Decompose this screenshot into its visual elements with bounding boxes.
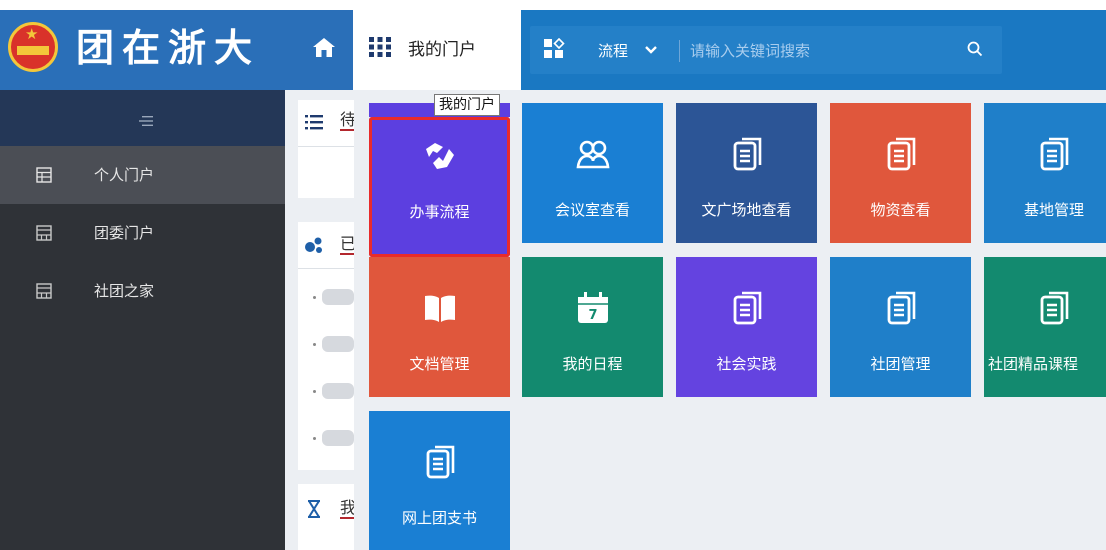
sidebar-item-personal-portal[interactable]: 个人门户 xyxy=(0,146,285,204)
sidebar-item-label: 社团之家 xyxy=(94,282,155,300)
document-icon xyxy=(884,137,918,171)
handshake-icon xyxy=(423,139,457,173)
card-title: 我 xyxy=(340,499,354,519)
search-icon[interactable] xyxy=(966,40,984,58)
list-bullet xyxy=(313,437,316,440)
document-icon xyxy=(423,445,457,479)
tile-base-management[interactable]: 基地管理 xyxy=(984,103,1106,243)
tile-workflow[interactable]: 办事流程 xyxy=(369,117,510,257)
tile-club-courses[interactable]: 社团精品课程 xyxy=(984,257,1106,397)
collapse-menu-icon[interactable] xyxy=(138,112,154,126)
layout-icon xyxy=(36,283,52,299)
hourglass-icon xyxy=(304,500,324,518)
people-icon xyxy=(576,137,610,171)
share-icon xyxy=(304,236,324,254)
blurred-item xyxy=(322,336,354,352)
tile-online-secretary[interactable]: 网上团支书 xyxy=(369,411,510,550)
tile-club-management[interactable]: 社团管理 xyxy=(830,257,971,397)
book-icon xyxy=(423,291,457,325)
card-title: 待 xyxy=(340,111,354,131)
table-icon xyxy=(36,167,52,183)
tile-label: 办事流程 xyxy=(409,203,470,221)
card-title: 已 xyxy=(340,235,354,255)
card-divider xyxy=(298,146,354,147)
svg-text:7: 7 xyxy=(588,308,597,323)
tile-venue[interactable]: 文广场地查看 xyxy=(676,103,817,243)
tile-meeting-room[interactable]: 会议室查看 xyxy=(522,103,663,243)
tile-label: 网上团支书 xyxy=(401,509,477,527)
tile-social-practice[interactable]: 社会实践 xyxy=(676,257,817,397)
blurred-item xyxy=(322,383,354,399)
flow-select-label[interactable]: 流程 xyxy=(598,42,628,60)
list-bullet xyxy=(313,343,316,346)
tile-my-schedule[interactable]: 7 我的日程 xyxy=(522,257,663,397)
portal-label[interactable]: 我的门户 xyxy=(408,40,476,60)
logo-band xyxy=(17,46,49,55)
tile-label: 文广场地查看 xyxy=(701,201,792,219)
sidebar-item-label: 团委门户 xyxy=(94,224,155,242)
document-icon xyxy=(1037,137,1071,171)
layout-icon xyxy=(36,225,52,241)
tile-label: 社团管理 xyxy=(870,355,931,373)
blurred-item xyxy=(322,430,354,446)
tile-label: 文档管理 xyxy=(409,355,470,373)
home-icon[interactable] xyxy=(312,36,336,58)
search-divider xyxy=(679,40,680,62)
tile-label: 物资查看 xyxy=(870,201,931,219)
document-icon xyxy=(730,137,764,171)
list-bullet xyxy=(313,296,316,299)
tooltip: 我的门户 xyxy=(434,94,500,116)
document-icon xyxy=(1037,291,1071,325)
grid-menu-icon[interactable] xyxy=(368,36,392,58)
youth-league-logo: ★ xyxy=(8,22,58,72)
document-icon xyxy=(884,291,918,325)
blurred-item xyxy=(322,289,354,305)
tile-label: 我的日程 xyxy=(562,355,623,373)
tile-label: 会议室查看 xyxy=(554,201,630,219)
tile-label: 社团精品课程 xyxy=(988,355,1079,373)
list-icon xyxy=(304,113,324,131)
apps-icon[interactable] xyxy=(543,37,565,60)
sidebar-item-label: 个人门户 xyxy=(94,166,155,184)
list-bullet xyxy=(313,390,316,393)
tile-label: 基地管理 xyxy=(1023,201,1084,219)
star-icon: ★ xyxy=(25,25,39,43)
top-strip xyxy=(0,0,1106,10)
app-title: 团在浙大 xyxy=(76,25,261,70)
calendar-icon: 7 xyxy=(576,291,610,325)
chevron-down-icon[interactable] xyxy=(644,42,658,58)
sidebar-item-league-portal[interactable]: 团委门户 xyxy=(0,204,285,262)
tile-label: 社会实践 xyxy=(716,355,777,373)
tile-documents[interactable]: 文档管理 xyxy=(369,257,510,397)
sidebar-item-club-home[interactable]: 社团之家 xyxy=(0,262,285,320)
search-input[interactable] xyxy=(690,39,950,63)
document-icon xyxy=(730,291,764,325)
card-divider xyxy=(298,268,354,269)
tile-supplies[interactable]: 物资查看 xyxy=(830,103,971,243)
